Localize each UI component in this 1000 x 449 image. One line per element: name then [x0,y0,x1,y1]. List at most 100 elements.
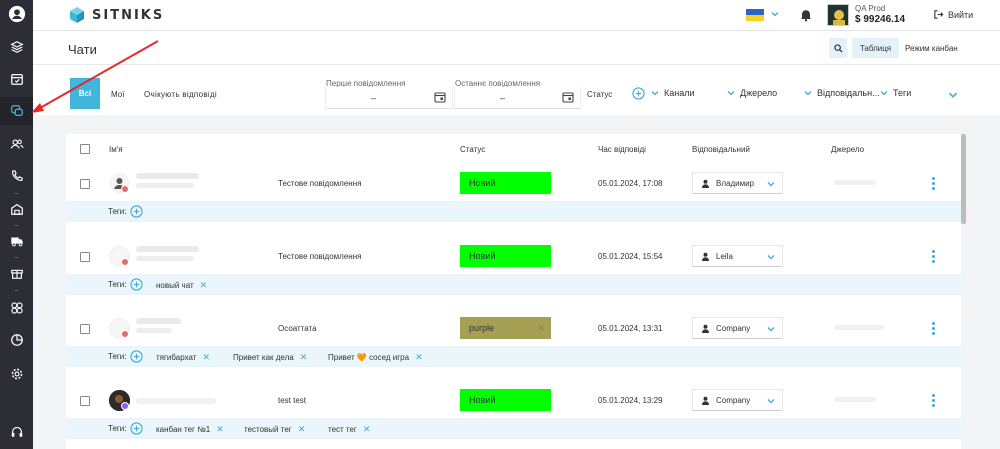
status-value: purple [469,323,495,333]
responsible-select[interactable]: Leila [692,245,783,267]
chat-icon[interactable] [0,97,33,125]
header-responsible: Відповідальний [692,145,750,154]
tags-filter[interactable]: Теги [879,88,911,98]
kebab-icon[interactable] [932,322,935,335]
chart-pie-icon[interactable] [0,326,33,354]
profile-icon[interactable] [0,0,33,28]
row-checkbox[interactable] [80,179,90,189]
header-source: Джерело [831,145,865,154]
sidebar-divider [15,290,18,291]
close-icon[interactable]: ✕ [363,424,371,435]
date-placeholder: – [371,93,377,103]
logout-button[interactable]: Вийти [933,9,973,20]
account-avatar[interactable] [827,4,849,26]
header-response-time: Час відповіді [598,145,646,154]
kebab-icon[interactable] [932,250,935,263]
plus-circle-icon[interactable] [130,350,143,363]
responsible-select[interactable]: Company [692,317,783,339]
table-row[interactable]: Осоаттата purple ✕ 05.01.2024, 13:31 Com… [66,312,961,368]
warehouse-icon[interactable] [0,195,33,223]
users-icon[interactable] [0,130,33,158]
tag-chip[interactable]: канбан тег №1 ✕ [156,424,224,435]
status-value: Новий [469,395,496,405]
plus-circle-icon[interactable] [130,278,143,291]
chevron-down-icon[interactable] [947,89,959,101]
tab-mine[interactable]: Мої [111,90,124,99]
scrollbar[interactable] [961,134,966,224]
view-kanban-button[interactable]: Режим канбан [905,38,958,58]
chevron-down-icon[interactable] [770,9,780,19]
tag-label: канбан тег №1 [156,425,211,434]
status-select[interactable]: Новий [460,245,551,267]
calendar-icon[interactable] [562,91,574,103]
first-message-date-field[interactable]: – [325,87,453,109]
row-checkbox[interactable] [80,252,90,262]
table-row[interactable]: test test Новий 05.01.2024, 13:29 Compan… [66,384,961,440]
tags-label: Теги: [108,352,127,361]
kebab-icon[interactable] [932,394,935,407]
kebab-icon[interactable] [932,177,935,190]
tags-row: Теги: [66,201,961,222]
tag-chip[interactable]: Привет 🧡 сосед игра ✕ [328,352,423,363]
contact-sub-blurred [136,256,194,261]
plus-circle-icon[interactable] [632,87,645,100]
gift-icon[interactable] [0,259,33,287]
tab-all[interactable]: Всі [70,78,100,109]
close-icon[interactable]: ✕ [200,280,208,291]
close-icon[interactable]: ✕ [216,424,224,435]
source-filter[interactable]: Джерело [726,88,777,98]
tab-waiting-reply[interactable]: Очікують відповіді [144,90,217,99]
close-icon[interactable]: ✕ [415,352,423,363]
tag-chip[interactable]: Привет как дела ✕ [233,352,307,363]
tag-chip[interactable]: тягибархат ✕ [156,352,210,363]
responsible-value: Company [716,323,751,333]
close-icon[interactable]: ✕ [537,323,545,334]
table-row[interactable]: Тестове повідомлення Новий 05.01.2024, 1… [66,240,961,296]
close-icon[interactable]: ✕ [300,352,308,363]
filters-bar: Всі Мої Очікують відповіді Перше повідом… [33,65,1000,115]
responsible-filter[interactable]: Відповідальн... [803,88,880,98]
tag-chip[interactable]: тест тег ✕ [328,424,370,435]
tags-label: Теги: [108,207,127,216]
calendar-icon[interactable] [434,91,446,103]
logout-label: Вийти [948,9,974,20]
status-select[interactable]: Новий [460,389,551,411]
chevron-down-icon [804,91,812,96]
layers-icon[interactable] [0,33,33,61]
last-message-date-field[interactable]: – [454,87,581,109]
calendar-icon[interactable] [0,65,33,93]
close-icon[interactable]: ✕ [202,352,210,363]
language-flag-icon[interactable] [746,9,764,21]
close-icon[interactable]: ✕ [298,424,306,435]
responsible-select[interactable]: Company [692,389,783,411]
search-button[interactable] [829,38,847,58]
integrations-icon[interactable] [0,294,33,322]
table-row[interactable]: Тестове повідомлення Новий 05.01.2024, 1… [66,167,961,223]
instagram-badge-icon [121,258,129,266]
row-checkbox[interactable] [80,324,90,334]
status-value: Новий [469,178,496,188]
settings-icon[interactable] [0,360,33,388]
logo[interactable]: SITNIKS [68,6,164,24]
responsible-select[interactable]: Владимир [692,172,783,194]
channels-filter[interactable]: Канали [650,88,695,98]
tag-label: Привет 🧡 сосед игра [328,353,410,362]
status-select[interactable]: purple ✕ [460,317,551,339]
view-table-button[interactable]: Таблиця [852,38,899,58]
status-select[interactable]: Новий [460,172,551,194]
bell-icon[interactable] [799,8,813,22]
chats-table: Ім'я Статус Час відповіді Відповідальний… [66,134,961,449]
select-all-checkbox[interactable] [80,144,90,154]
contact-sub-blurred [136,183,194,188]
truck-icon[interactable] [0,227,33,255]
tag-chip[interactable]: тестовый тег ✕ [244,424,305,435]
chevron-down-icon [880,91,888,96]
tag-chip[interactable]: новый чат ✕ [156,280,207,291]
headset-icon[interactable] [0,418,33,446]
plus-circle-icon[interactable] [130,205,143,218]
tag-label: тягибархат [156,353,197,362]
plus-circle-icon[interactable] [130,422,143,435]
response-time: 05.01.2024, 13:31 [598,324,663,333]
phone-icon[interactable] [0,162,33,190]
row-checkbox[interactable] [80,396,90,406]
